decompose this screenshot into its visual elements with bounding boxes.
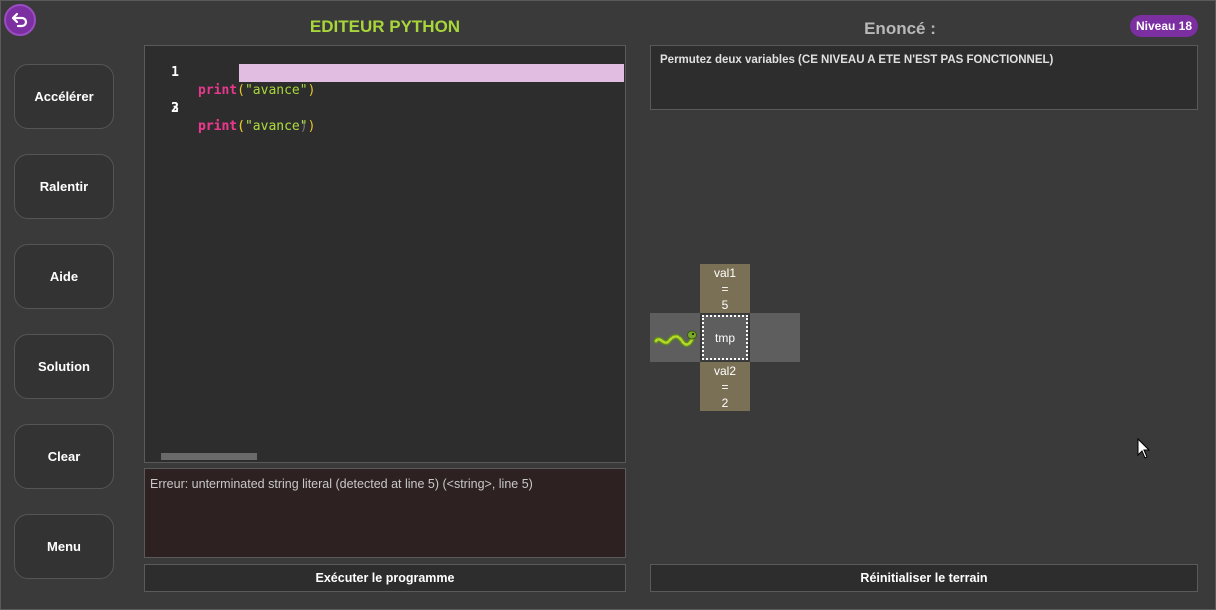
code-string: "avance" [244,119,308,134]
tmp-label: tmp [714,330,735,345]
code-line-highlighted[interactable]: 2 print("avance) [145,64,624,134]
editor-title: EDITEUR PYTHON [309,17,461,36]
run-program-label: Exécuter le programme [315,571,455,585]
help-label: Aide [49,269,79,284]
line-highlight [239,64,624,82]
var-name: val1 [713,265,736,280]
code-keyword: print [198,119,238,134]
clear-button[interactable]: Clear [14,424,114,489]
error-message: Erreur: unterminated string literal (det… [150,477,533,491]
clear-label: Clear [47,449,81,464]
reset-board-label: Réinitialiser le terrain [860,571,988,585]
reset-board-button[interactable]: Réinitialiser le terrain [650,564,1198,592]
solution-label: Solution [38,359,90,374]
var-cell-val1: val1 = 5 [700,264,750,313]
level-badge-label: Niveau 18 [1135,19,1193,33]
error-console: Erreur: unterminated string literal (det… [144,468,626,558]
code-paren: ( [237,119,245,134]
accelerate-label: Accélérer [34,89,94,104]
board-cell-start [650,313,700,362]
mouse-cursor-icon [1137,438,1151,459]
horizontal-scrollbar[interactable] [161,453,257,460]
enonce-box: Permutez deux variables (CE NIVEAU A ETE… [650,45,1198,110]
enonce-title: Enoncé : [864,19,936,38]
menu-button[interactable]: Menu [14,514,114,579]
tmp-cell: tmp [702,315,748,360]
code-paren: ) [307,119,316,134]
menu-label: Menu [47,539,81,554]
var-name: val2 [713,363,736,378]
var-equals: = [721,379,729,394]
code-editor[interactable]: 1 print("avance") 2 print("avance) 3 pri… [144,45,626,463]
back-button[interactable] [4,4,36,36]
var-cell-val2: val2 = 2 [700,362,750,411]
slow-down-label: Ralentir [39,179,89,194]
var-equals: = [721,281,729,296]
board-cell-right [750,313,800,362]
code-line[interactable]: 3 print("avance") [145,82,623,134]
line-number: 3 [171,101,179,116]
var-value: 5 [721,297,729,312]
solution-button[interactable]: Solution [14,334,114,399]
enonce-text: Permutez deux variables (CE NIVEAU A ETE… [660,54,1054,66]
code-line[interactable]: 1 print("avance") [145,46,623,98]
accelerate-button[interactable]: Accélérer [14,64,114,129]
run-program-button[interactable]: Exécuter le programme [144,564,626,592]
undo-arrow-icon [11,12,28,28]
slow-down-button[interactable]: Ralentir [14,154,114,219]
snake-icon [653,330,697,347]
help-button[interactable]: Aide [14,244,114,309]
var-value: 2 [721,395,729,410]
level-badge: Niveau 18 [1130,15,1198,37]
